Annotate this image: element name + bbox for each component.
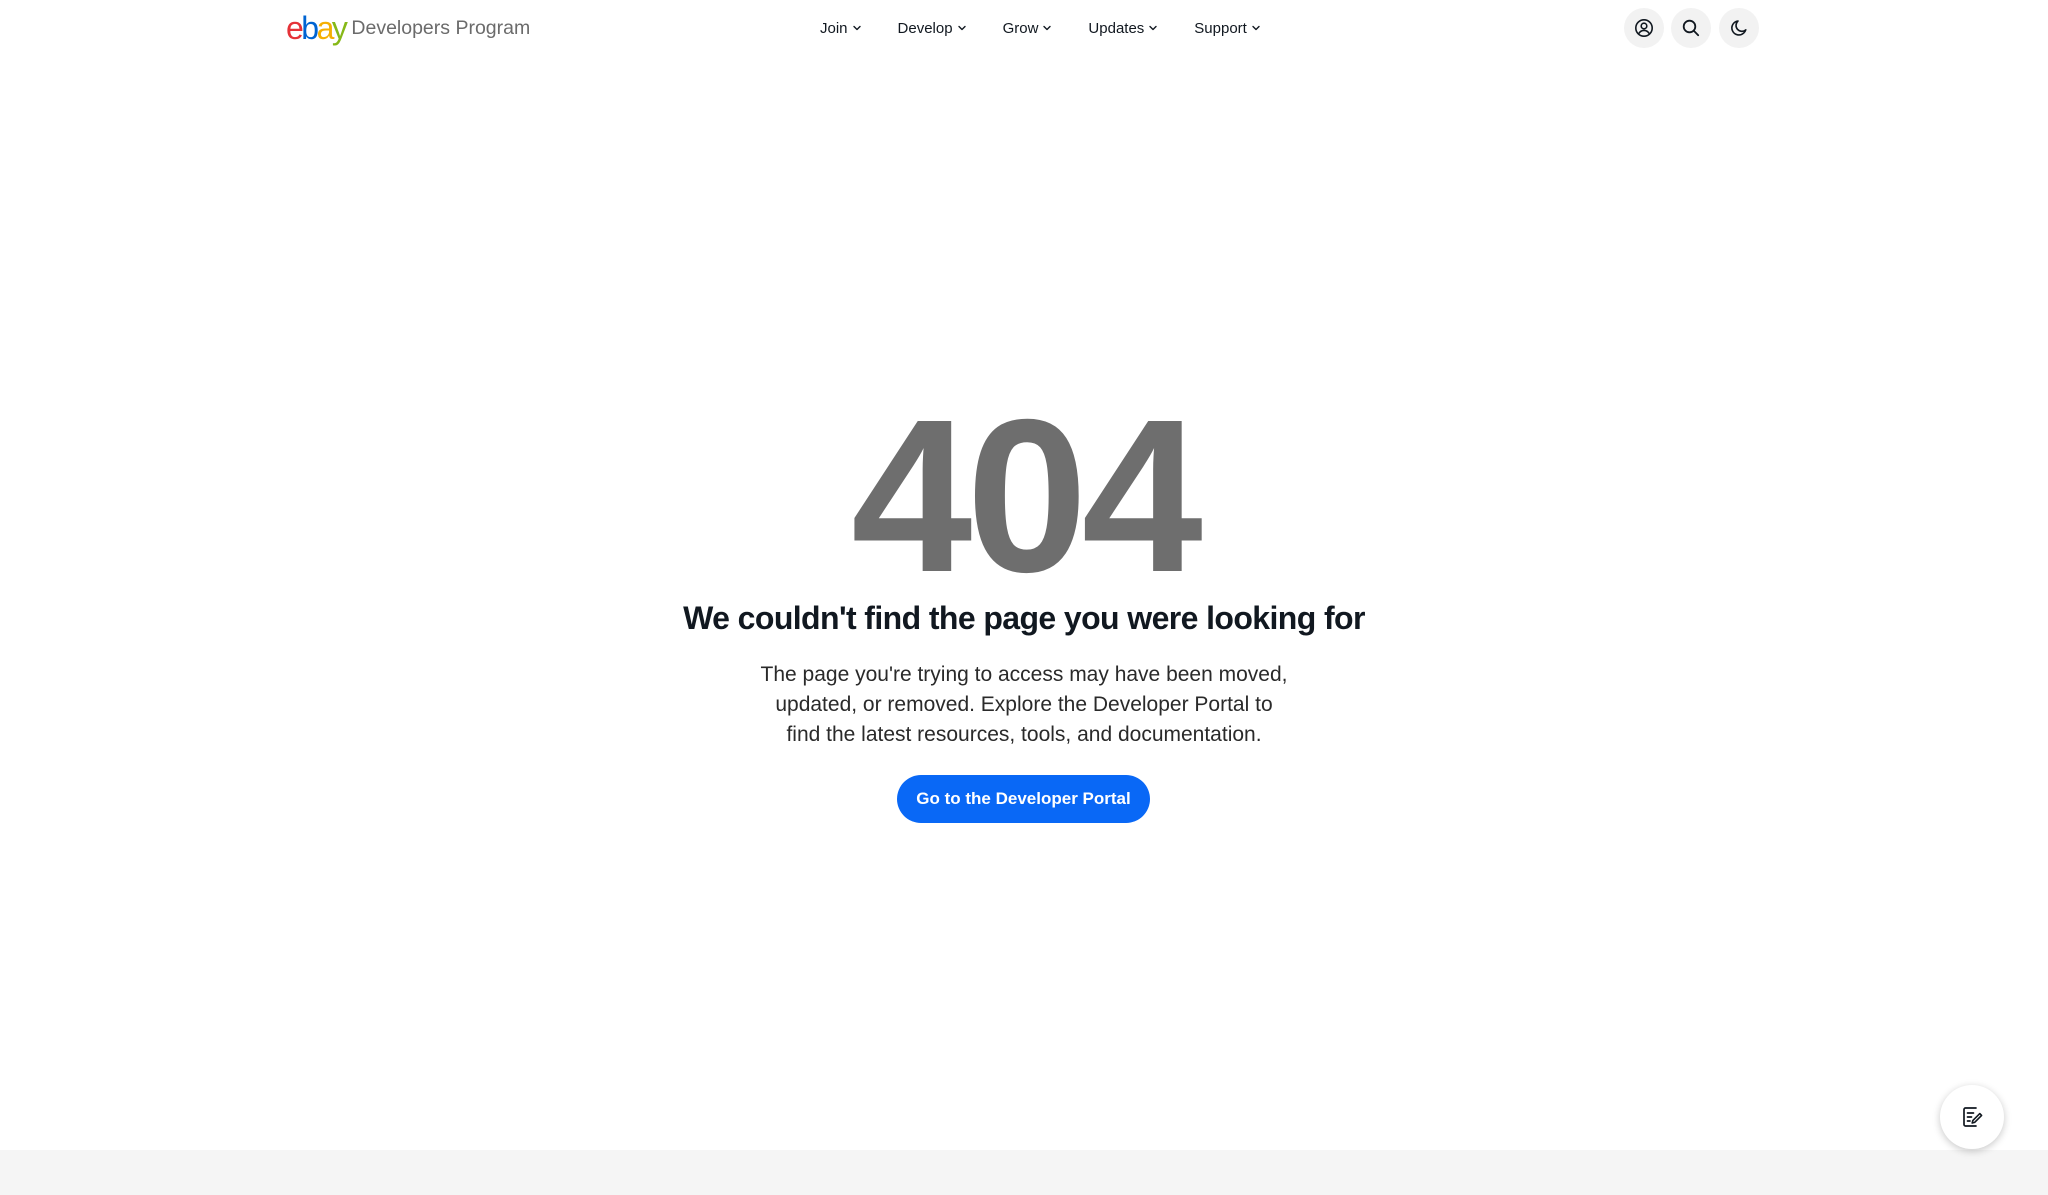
theme-toggle-button[interactable] — [1719, 8, 1759, 48]
chevron-down-icon — [1043, 25, 1052, 31]
nav-item-label: Join — [820, 19, 848, 37]
chevron-down-icon — [957, 25, 966, 31]
logo-letter-b: b — [301, 10, 319, 46]
brand-product-name: Developers Program — [351, 16, 531, 39]
nav-item-support[interactable]: Support — [1194, 0, 1261, 56]
nav-item-develop[interactable]: Develop — [898, 0, 967, 56]
chevron-down-icon — [1252, 25, 1260, 31]
error-description: The page you're trying to access may hav… — [744, 660, 1304, 750]
feedback-edit-icon — [1963, 1107, 1983, 1127]
main-nav: Join Develop Grow Updates Support — [820, 0, 1261, 56]
developer-portal-button[interactable]: Go to the Developer Portal — [897, 775, 1150, 823]
nav-item-label: Develop — [897, 19, 953, 37]
user-account-icon — [1635, 19, 1653, 37]
nav-item-label: Support — [1194, 19, 1247, 37]
error-description-line: The page you're trying to access may hav… — [760, 663, 1288, 686]
chevron-down-icon — [852, 25, 861, 31]
feedback-button[interactable] — [1940, 1085, 2004, 1149]
logo-letter-a: a — [316, 10, 335, 46]
nav-item-label: Updates — [1088, 19, 1145, 37]
error-title: We couldn't find the page you were looki… — [683, 600, 1365, 636]
chevron-down-icon — [1149, 25, 1157, 31]
error-page-main: 404 We couldn't find the page you were l… — [0, 56, 2048, 1150]
ebay-logo: e b a y — [286, 10, 348, 46]
logo-letter-e: e — [286, 10, 304, 46]
moon-icon — [1731, 20, 1747, 36]
site-header: e b a y Developers Program Join Develop … — [0, 0, 2048, 56]
brand-logo-link[interactable]: e b a y Developers Program — [286, 10, 530, 46]
search-icon — [1682, 19, 1700, 37]
nav-item-grow[interactable]: Grow — [1003, 0, 1053, 56]
nav-item-join[interactable]: Join — [820, 0, 862, 56]
nav-item-updates[interactable]: Updates — [1088, 0, 1158, 56]
error-code: 404 — [851, 375, 1203, 618]
nav-item-label: Grow — [1002, 19, 1039, 37]
footer-strip — [0, 1150, 2048, 1195]
error-description-line: updated, or removed. Explore the Develop… — [775, 693, 1273, 716]
account-button[interactable] — [1624, 8, 1664, 48]
error-description-line: find the latest resources, tools, and do… — [786, 723, 1262, 746]
logo-letter-y: y — [331, 10, 348, 46]
search-button[interactable] — [1671, 8, 1711, 48]
